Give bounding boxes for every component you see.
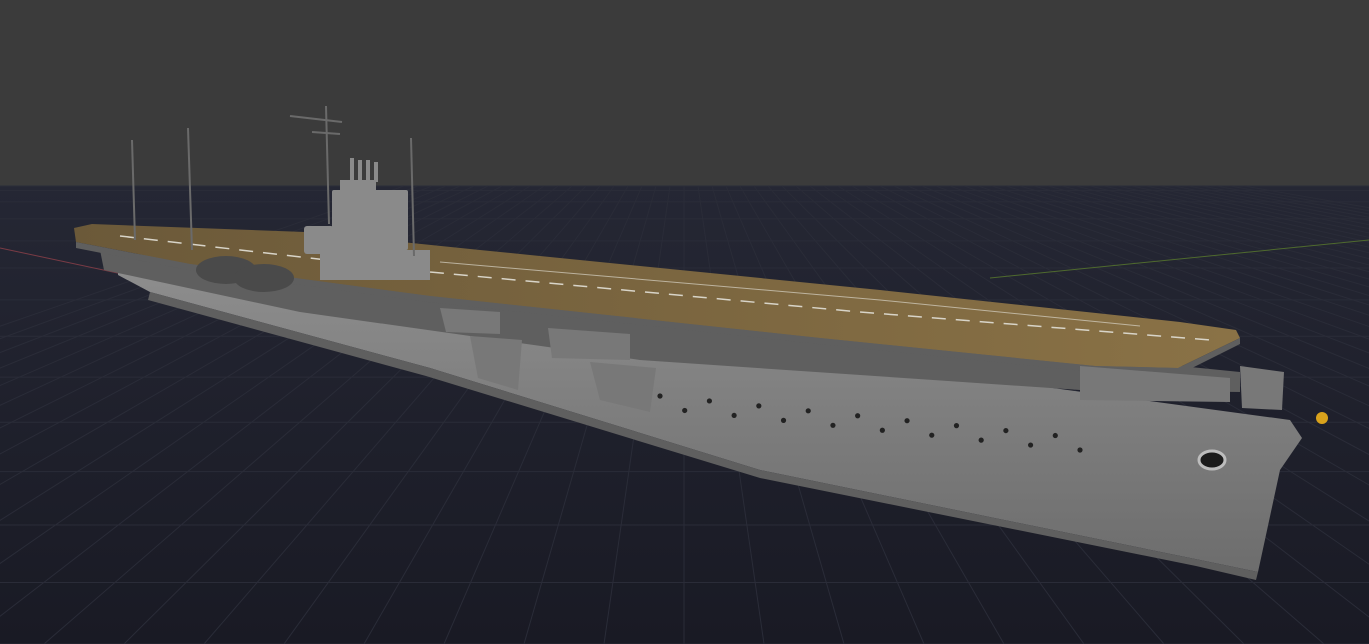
porthole: [1003, 427, 1009, 434]
porthole: [780, 417, 787, 423]
porthole: [1052, 432, 1058, 439]
viewport-background: [0, 0, 1369, 186]
porthole: [731, 412, 737, 419]
porthole: [805, 408, 811, 414]
porthole: [879, 427, 885, 433]
porthole: [978, 437, 984, 443]
bow-emblem-icon: [1316, 412, 1328, 424]
porthole: [855, 413, 861, 419]
porthole: [682, 407, 688, 414]
porthole: [830, 422, 836, 428]
scene-canvas[interactable]: [0, 0, 1369, 644]
porthole: [756, 403, 762, 409]
porthole: [929, 432, 935, 438]
porthole: [657, 393, 663, 399]
porthole: [1077, 447, 1083, 453]
porthole: [1027, 442, 1034, 448]
porthole: [953, 423, 960, 429]
hawse-pipe: [1197, 449, 1227, 471]
porthole: [904, 418, 910, 424]
3d-viewport[interactable]: [0, 0, 1369, 644]
porthole: [706, 398, 713, 404]
